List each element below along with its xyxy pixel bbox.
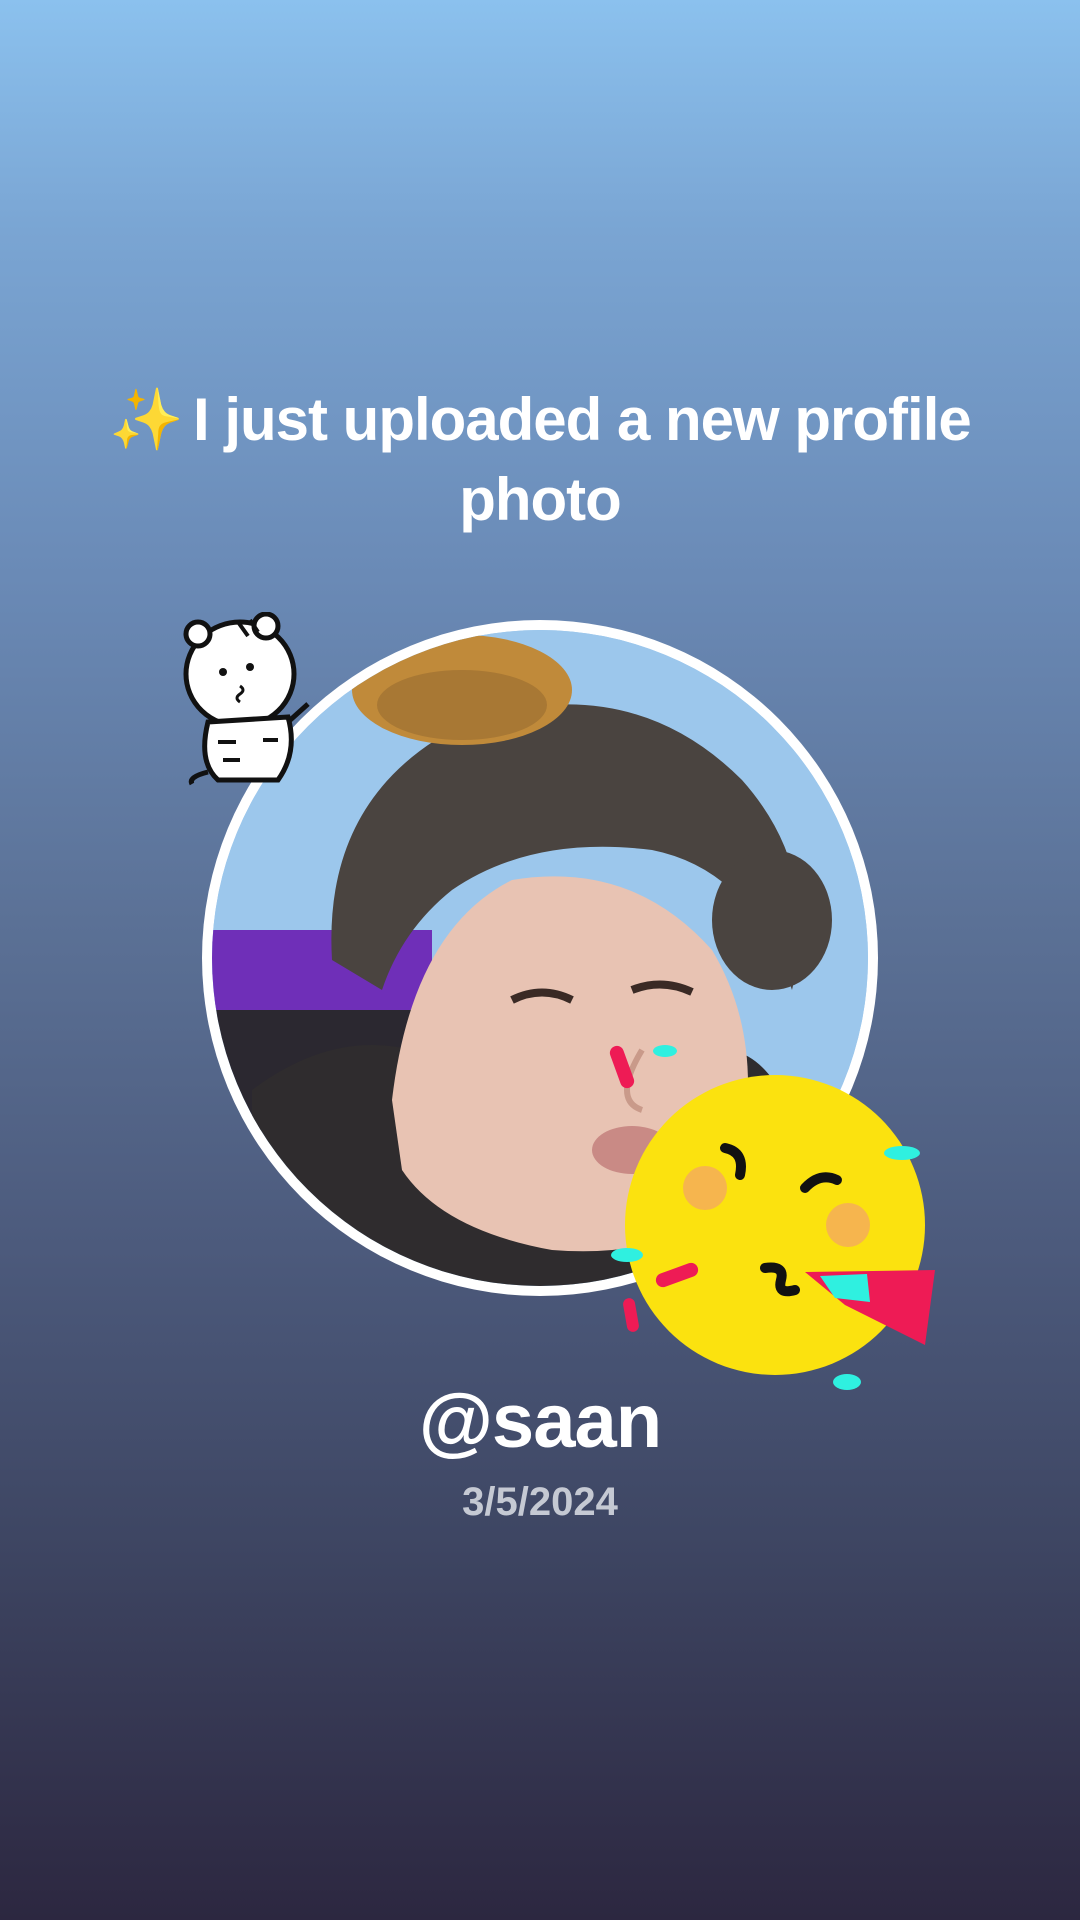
sparkle-icon: ✨ [109, 386, 184, 453]
tiger-sticker [183, 612, 310, 786]
party-popper-emoji-sticker [609, 1045, 935, 1390]
headline: ✨ I just uploaded a new profile photo [90, 380, 990, 540]
upload-date: 3/5/2024 [462, 1480, 618, 1524]
headline-text: I just uploaded a new profile photo [192, 386, 972, 533]
username[interactable]: @saan [0, 1378, 1080, 1465]
